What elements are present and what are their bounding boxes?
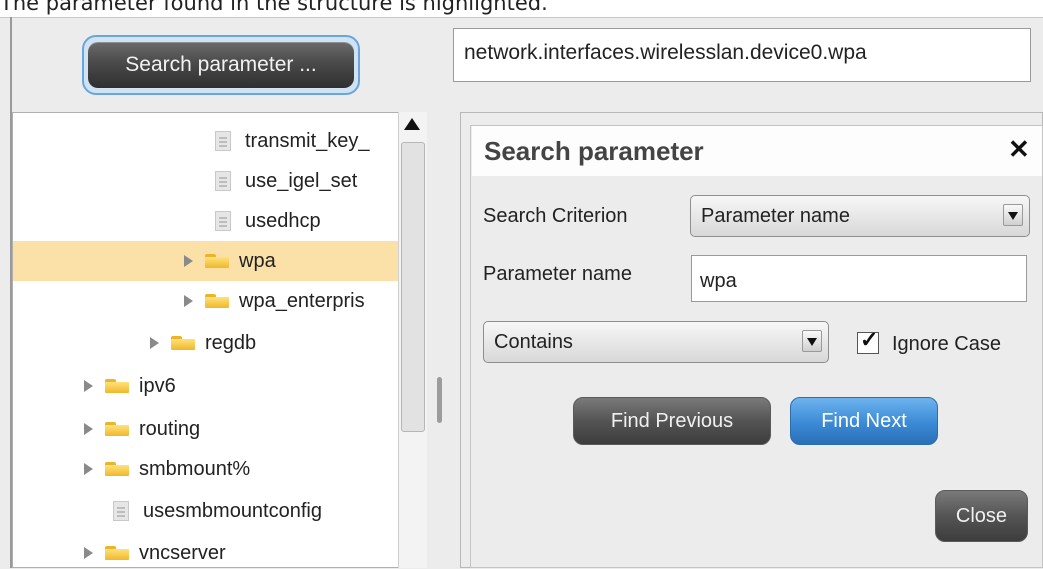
folder-icon <box>205 294 229 308</box>
expand-arrow-icon[interactable] <box>181 294 195 308</box>
tree-item-label: wpa <box>239 249 276 272</box>
tree-item-label: transmit_key_ <box>245 129 370 152</box>
checkmark-icon: ✓ <box>860 327 879 352</box>
search-parameter-button[interactable]: Search parameter ... <box>82 35 360 95</box>
match-mode-select[interactable]: Contains <box>483 321 829 363</box>
tree-item-label: use_igel_set <box>245 169 358 192</box>
match-mode-value: Contains <box>494 330 573 353</box>
tree-item-label: vncserver <box>139 541 226 564</box>
expand-arrow-icon[interactable] <box>181 254 195 268</box>
chevron-down-icon <box>802 330 822 352</box>
file-icon <box>215 211 231 231</box>
search-criterion-label: Search Criterion <box>483 205 628 227</box>
expand-arrow-icon[interactable] <box>81 422 95 436</box>
tree-item[interactable]: usesmbmountconfig <box>13 491 426 531</box>
tree-item[interactable]: transmit_key_ <box>13 121 426 161</box>
parameter-tree[interactable]: transmit_key_ use_igel_set usedhcp wpa w… <box>12 112 427 568</box>
expand-arrow-icon[interactable] <box>147 336 161 350</box>
caption-text: The parameter found in the structure is … <box>0 0 548 15</box>
folder-icon <box>171 336 195 350</box>
tree-item[interactable]: smbmount% <box>13 449 426 489</box>
tree-item-label: ipv6 <box>139 374 176 397</box>
tree-item-label: routing <box>139 417 201 440</box>
close-button[interactable]: Close <box>935 490 1028 542</box>
tree-item-label: wpa_enterpris <box>239 289 365 312</box>
tree-item[interactable]: wpa_enterpris <box>13 281 426 321</box>
tree-item-label: usedhcp <box>245 209 321 232</box>
file-icon <box>215 131 231 151</box>
tree-item[interactable]: vncserver <box>13 533 426 567</box>
search-criterion-value: Parameter name <box>701 204 850 227</box>
parameter-path-field[interactable]: network.interfaces.wirelesslan.device0.w… <box>453 28 1031 82</box>
find-previous-button[interactable]: Find Previous <box>573 397 771 445</box>
tree-item-selected[interactable]: wpa <box>13 241 426 281</box>
tree-item[interactable]: ipv6 <box>13 366 426 406</box>
panel-splitter-handle[interactable] <box>437 377 442 423</box>
tree-item[interactable]: routing <box>13 409 426 449</box>
scrollbar-thumb[interactable] <box>401 142 425 432</box>
search-criterion-select[interactable]: Parameter name <box>690 195 1030 237</box>
tree-item-label: smbmount% <box>139 457 251 480</box>
expand-arrow-icon[interactable] <box>81 462 95 476</box>
ignore-case-checkbox[interactable]: ✓ <box>857 327 879 354</box>
chevron-down-icon <box>1003 204 1023 226</box>
tree-item[interactable]: usedhcp <box>13 201 426 241</box>
file-icon <box>215 171 231 191</box>
scroll-up-arrow-icon[interactable] <box>404 118 420 130</box>
dialog-title: Search parameter <box>484 136 704 166</box>
find-next-button[interactable]: Find Next <box>790 397 938 445</box>
tree-item-label: usesmbmountconfig <box>143 499 322 522</box>
parameter-name-input[interactable]: wpa <box>691 255 1027 302</box>
close-icon[interactable]: ✕ <box>1008 136 1030 162</box>
ignore-case-label: Ignore Case <box>892 333 1001 355</box>
folder-icon <box>205 254 229 268</box>
folder-icon <box>105 379 129 393</box>
expand-arrow-icon[interactable] <box>81 546 95 560</box>
tree-scrollbar[interactable] <box>398 112 427 568</box>
folder-icon <box>105 462 129 476</box>
search-parameter-button-label: Search parameter ... <box>88 42 354 88</box>
tree-item-label: regdb <box>205 331 257 354</box>
file-icon <box>113 501 129 521</box>
tree-item[interactable]: use_igel_set <box>13 161 426 201</box>
folder-icon <box>105 422 129 436</box>
expand-arrow-icon[interactable] <box>81 379 95 393</box>
tree-item[interactable]: regdb <box>13 323 426 363</box>
folder-icon <box>105 546 129 560</box>
parameter-name-label: Parameter name <box>483 263 632 285</box>
